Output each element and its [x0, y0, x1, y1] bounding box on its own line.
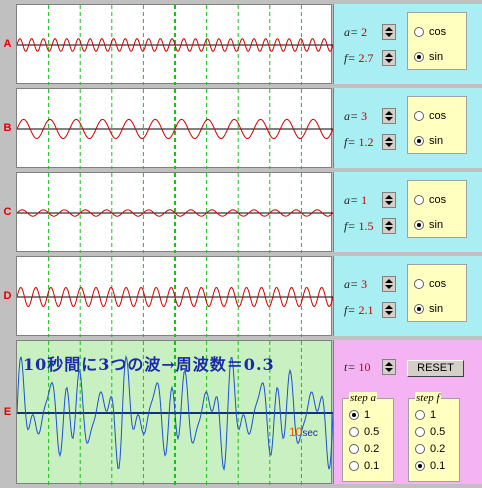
- cos-radio[interactable]: cos: [414, 110, 446, 122]
- control-panel-c: a= 1 f= 1.5 cos sin: [333, 172, 482, 252]
- amplitude-field: a= 3: [344, 277, 368, 291]
- frequency-spinner[interactable]: [382, 218, 396, 234]
- sin-radio[interactable]: sin: [414, 51, 443, 63]
- wave-row-c: C a= 1 f= 1.5 cos sin: [0, 172, 482, 253]
- frequency-spinner[interactable]: [382, 134, 396, 150]
- function-selector: cos sin: [407, 264, 467, 322]
- control-panel-b: a= 3 f= 1.2 cos sin: [333, 88, 482, 168]
- step-f-group: step f 1 0.5 0.2 0.1: [408, 392, 460, 482]
- function-selector: cos sin: [407, 180, 467, 238]
- function-selector: cos sin: [407, 96, 467, 154]
- step-f-title: step f: [415, 392, 441, 404]
- amplitude-field: a= 1: [344, 193, 368, 207]
- step-a-option[interactable]: 1: [349, 409, 370, 421]
- amplitude-spinner[interactable]: [382, 108, 396, 124]
- cos-radio[interactable]: cos: [414, 194, 446, 206]
- control-panel-a: a= 2 f= 2.7 cos sin: [333, 4, 482, 84]
- step-f-option[interactable]: 0.5: [415, 426, 445, 438]
- step-f-option[interactable]: 0.1: [415, 460, 445, 472]
- cos-radio[interactable]: cos: [414, 26, 446, 38]
- row-label: E: [0, 340, 15, 484]
- frequency-field: f= 2.1: [344, 303, 374, 317]
- reset-button[interactable]: RESET: [407, 360, 464, 377]
- sum-control-panel: t= 10 RESET step a 1 0.5 0.2 0.1 step f 1…: [333, 340, 482, 484]
- frequency-spinner[interactable]: [382, 50, 396, 66]
- sum-plot: 10秒間に3つの波→周波数＝0.3 10sec: [16, 340, 333, 485]
- row-label: D: [0, 256, 15, 336]
- amplitude-spinner[interactable]: [382, 192, 396, 208]
- wave-row-d: D a= 3 f= 2.1 cos sin: [0, 256, 482, 337]
- sum-row-e: E 10秒間に3つの波→周波数＝0.3 10sec t= 10 RESET ste…: [0, 340, 482, 485]
- sin-radio[interactable]: sin: [414, 135, 443, 147]
- step-a-title: step a: [349, 392, 377, 404]
- step-f-option[interactable]: 0.2: [415, 443, 445, 455]
- frequency-field: f= 1.5: [344, 219, 374, 233]
- time-field: t= 10: [344, 360, 371, 374]
- amplitude-spinner[interactable]: [382, 24, 396, 40]
- row-label: A: [0, 4, 15, 84]
- step-a-group: step a 1 0.5 0.2 0.1: [342, 392, 394, 482]
- amplitude-field: a= 2: [344, 25, 368, 39]
- step-f-option[interactable]: 1: [415, 409, 436, 421]
- wave-row-a: A a= 2 f= 2.7 cos sin: [0, 4, 482, 85]
- frequency-spinner[interactable]: [382, 302, 396, 318]
- step-a-option[interactable]: 0.1: [349, 460, 379, 472]
- explanation-text: 10秒間に3つの波→周波数＝0.3: [23, 355, 275, 374]
- row-label: B: [0, 88, 15, 168]
- frequency-field: f= 2.7: [344, 51, 374, 65]
- amplitude-spinner[interactable]: [382, 276, 396, 292]
- time-marker: 10sec: [289, 425, 318, 439]
- frequency-field: f= 1.2: [344, 135, 374, 149]
- wave-plot-c: [16, 172, 333, 253]
- wave-plot-d: [16, 256, 333, 337]
- amplitude-field: a= 3: [344, 109, 368, 123]
- function-selector: cos sin: [407, 12, 467, 70]
- sin-radio[interactable]: sin: [414, 303, 443, 315]
- control-panel-d: a= 3 f= 2.1 cos sin: [333, 256, 482, 336]
- step-a-option[interactable]: 0.5: [349, 426, 379, 438]
- row-label: C: [0, 172, 15, 252]
- sin-radio[interactable]: sin: [414, 219, 443, 231]
- wave-plot-b: [16, 88, 333, 169]
- time-spinner[interactable]: [382, 359, 396, 375]
- wave-row-b: B a= 3 f= 1.2 cos sin: [0, 88, 482, 169]
- wave-plot-a: [16, 4, 333, 85]
- step-a-option[interactable]: 0.2: [349, 443, 379, 455]
- cos-radio[interactable]: cos: [414, 278, 446, 290]
